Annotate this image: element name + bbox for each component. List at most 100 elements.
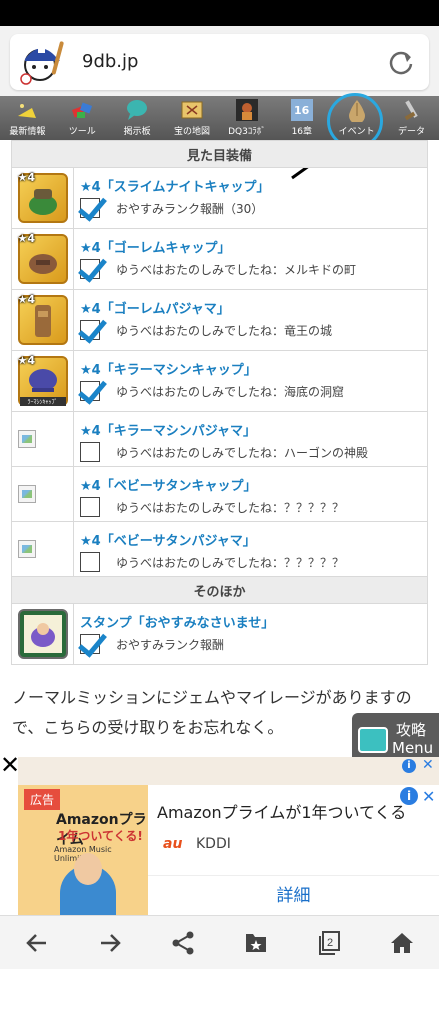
nav-label: 16章: [291, 127, 313, 137]
nav-item-forum[interactable]: 掲示板: [110, 96, 165, 140]
menu-top-label: 攻略: [396, 721, 427, 739]
nav-label: DQ3ｺﾗﾎﾞ: [228, 127, 266, 137]
home-icon[interactable]: [387, 928, 417, 958]
item-desc: ゆうべはおたのしみでしたね：海底の洞窟: [116, 384, 345, 399]
golem-cap-image: ★4: [17, 232, 68, 284]
chapter16-icon: 16: [289, 98, 315, 122]
ad-top-strip: [18, 757, 439, 785]
tabs-icon[interactable]: 2: [314, 928, 344, 958]
item-title[interactable]: ★4「ベビーサタンキャップ」: [80, 475, 421, 494]
reload-icon[interactable]: [387, 48, 415, 76]
ad-brand-logo: au: [163, 836, 183, 852]
ad-image-text: Amazon Music Unlimited: [54, 845, 112, 863]
back-icon[interactable]: [22, 928, 52, 958]
forward-icon[interactable]: [95, 928, 125, 958]
ad-close-icon[interactable]: ✕: [0, 751, 20, 779]
item-desc: おやすみランク報酬: [116, 637, 225, 652]
item-desc: ゆうべはおたのしみでしたね：？？？？？: [116, 500, 345, 515]
nav-item-tools[interactable]: ツール: [55, 96, 110, 140]
treasure-map-icon: [179, 98, 205, 122]
ad-image-text: 1年ついてくる!: [58, 829, 143, 843]
section-header-other: そのほか: [11, 576, 428, 604]
section-header-appearance: 見た目装備: [11, 140, 428, 168]
tools-icon: [69, 98, 95, 122]
item-title[interactable]: ★4「スライムナイトキャップ」: [80, 176, 421, 195]
ad-advertiser: KDDI: [196, 836, 231, 852]
ad-dismiss-icon[interactable]: ✕: [422, 787, 435, 806]
obtained-checkbox[interactable]: [80, 634, 100, 654]
ad-dismiss-icon[interactable]: ✕: [422, 757, 434, 773]
item-desc: ゆうべはおたのしみでしたね：メルキドの町: [116, 262, 357, 277]
nav-item-chapter16[interactable]: 16 16章: [274, 96, 329, 140]
nav-label: 掲示板: [123, 127, 151, 137]
address-bar-area: 9db.jp: [0, 26, 439, 96]
item-desc: ゆうべはおたのしみでしたね：ハーゴンの神殿: [116, 445, 369, 460]
item-title[interactable]: スタンプ「おやすみなさいませ」: [80, 612, 421, 631]
tabs-count: 2: [327, 937, 333, 949]
obtained-checkbox[interactable]: [80, 497, 100, 517]
ad-info-icon[interactable]: i: [402, 759, 416, 773]
nav-item-data[interactable]: データ: [384, 96, 439, 140]
obtained-checkbox[interactable]: [80, 442, 100, 462]
nav-label: データ: [398, 127, 426, 137]
nav-label: 宝の地図: [174, 127, 211, 137]
news-icon: [14, 98, 40, 122]
item-desc: ゆうべはおたのしみでしたね：竜王の城: [116, 323, 333, 338]
broken-image-icon: [18, 540, 36, 558]
item-title[interactable]: ★4「ゴーレムキャップ」: [80, 237, 421, 256]
ad-banner[interactable]: i ✕ ✕ 広告 Amazonプライム 1年ついてくる! Amazon Musi…: [0, 751, 439, 915]
obtained-checkbox[interactable]: [80, 320, 100, 340]
ad-detail-button[interactable]: 詳細: [148, 875, 439, 915]
nav-item-dq3-collab[interactable]: DQ3ｺﾗﾎﾞ: [220, 96, 275, 140]
browser-bottom-bar: 2: [0, 915, 439, 969]
item-caption: ﾗｰﾏｼﾝｷｬｯﾌﾟ: [19, 397, 66, 406]
nav-item-news[interactable]: 最新情報: [0, 96, 55, 140]
table-row: ★4 ★4「ゴーレムキャップ」 ゆうべはおたのしみでしたね：メルキドの町: [11, 228, 428, 290]
item-desc: おやすみランク報酬（30）: [116, 201, 264, 216]
forum-icon: [124, 98, 150, 122]
obtained-checkbox[interactable]: [80, 198, 100, 218]
star-badge: ★4: [17, 232, 36, 245]
ad-title[interactable]: Amazonプライムが1年ついてくる: [157, 799, 406, 823]
golem-pajama-image: ★4: [17, 293, 68, 345]
item-title[interactable]: ★4「キラーマシンキャップ」: [80, 359, 421, 378]
table-row: ★4「キラーマシンパジャマ」 ゆうべはおたのしみでしたね：ハーゴンの神殿: [11, 411, 428, 467]
share-icon[interactable]: [168, 928, 198, 958]
ad-image[interactable]: 広告 Amazonプライム 1年ついてくる! Amazon Music Unli…: [18, 785, 148, 915]
ad-info-icon[interactable]: i: [400, 787, 418, 805]
dq3-collab-icon: [234, 98, 260, 122]
obtained-checkbox[interactable]: [80, 381, 100, 401]
menu-logo-icon: [358, 727, 388, 753]
table-row: ★4「ベビーサタンパジャマ」 ゆうべはおたのしみでしたね：？？？？？: [11, 521, 428, 577]
svg-text:16: 16: [294, 104, 310, 117]
menu-bottom-label: Menu: [392, 739, 434, 757]
broken-image-icon: [18, 485, 36, 503]
stamp-image: [17, 609, 68, 659]
nav-item-treasure-map[interactable]: 宝の地図: [165, 96, 220, 140]
star-badge: ★4: [17, 171, 36, 184]
slime-knight-cap-image: ★4: [17, 171, 68, 223]
url-text[interactable]: 9db.jp: [82, 51, 138, 72]
table-row: ★4 ★4「スライムナイトキャップ」 おやすみランク報酬（30）: [11, 167, 428, 229]
broken-image-icon: [18, 430, 36, 448]
item-title[interactable]: ★4「ゴーレムパジャマ」: [80, 298, 421, 317]
table-row: ★4 ﾗｰﾏｼﾝｷｬｯﾌﾟ ★4「キラーマシンキャップ」 ゆうべはおたのしみでし…: [11, 350, 428, 412]
bookmark-icon[interactable]: [241, 928, 271, 958]
ad-face-graphic: [74, 853, 102, 885]
address-bar[interactable]: 9db.jp: [10, 34, 429, 90]
obtained-checkbox[interactable]: [80, 552, 100, 572]
item-title[interactable]: ★4「ベビーサタンパジャマ」: [80, 530, 421, 549]
table-row: ★4 ★4「ゴーレムパジャマ」 ゆうべはおたのしみでしたね：竜王の城: [11, 289, 428, 351]
star-badge: ★4: [17, 354, 36, 367]
table-row: ★4「ベビーサタンキャップ」 ゆうべはおたのしみでしたね：？？？？？: [11, 466, 428, 522]
data-icon: [399, 98, 425, 122]
obtained-checkbox[interactable]: [80, 259, 100, 279]
site-mascot-logo: [16, 37, 68, 87]
killer-machine-cap-image: ★4 ﾗｰﾏｼﾝｷｬｯﾌﾟ: [17, 354, 68, 406]
item-desc: ゆうべはおたのしみでしたね：？？？？？: [116, 555, 345, 570]
ad-label: 広告: [24, 789, 61, 810]
reward-table: 見た目装備 ★4 ★4「スライムナイトキャップ」 おやすみランク報酬（30） ★…: [11, 140, 428, 665]
item-title[interactable]: ★4「キラーマシンパジャマ」: [80, 420, 421, 439]
nav-label: 最新情報: [9, 127, 46, 137]
star-badge: ★4: [17, 293, 36, 306]
